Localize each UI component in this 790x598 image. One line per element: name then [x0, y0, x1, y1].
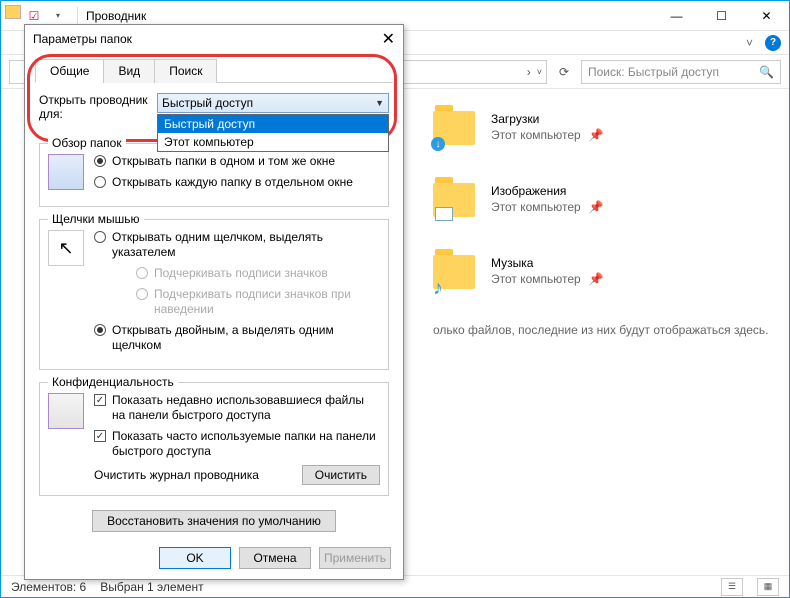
check-recent-files[interactable]: [94, 394, 106, 406]
check-freq-folders[interactable]: [94, 430, 106, 442]
check-label: Показать часто используемые папки на пан…: [112, 429, 380, 459]
combo-option[interactable]: Этот компьютер: [158, 133, 388, 151]
combo-value: Быстрый доступ: [162, 96, 253, 110]
radio-new-window[interactable]: [94, 176, 106, 188]
dialog-title: Параметры папок: [33, 32, 382, 46]
radio-label: Открывать каждую папку в отдельном окне: [112, 175, 353, 190]
clicks-legend: Щелчки мышью: [48, 212, 144, 226]
folder-location: Этот компьютер: [491, 200, 581, 214]
clear-history-label: Очистить журнал проводника: [94, 468, 259, 482]
search-icon: 🔍: [759, 65, 774, 79]
item-count: Элементов: 6: [11, 580, 86, 594]
tab-view[interactable]: Вид: [103, 59, 155, 83]
ok-button[interactable]: OK: [159, 547, 231, 569]
tab-general[interactable]: Общие: [35, 59, 104, 83]
close-button[interactable]: ✕: [744, 1, 789, 31]
folder-item[interactable]: Изображения Этот компьютер 📌: [433, 177, 777, 221]
click-icon: ↖: [48, 230, 84, 266]
tab-search[interactable]: Поиск: [154, 59, 217, 83]
maximize-button[interactable]: ☐: [699, 1, 744, 31]
window-title: Проводник: [82, 9, 654, 23]
combo-option[interactable]: Быстрый доступ: [158, 115, 388, 133]
restore-defaults-button[interactable]: Восстановить значения по умолчанию: [92, 510, 336, 532]
browse-legend: Обзор папок: [48, 136, 126, 150]
folder-item[interactable]: ♪ Музыка Этот компьютер 📌: [433, 249, 777, 293]
folder-name: Загрузки: [491, 112, 604, 126]
combo-dropdown: Быстрый доступ Этот компьютер: [157, 114, 389, 152]
help-icon[interactable]: ?: [765, 35, 781, 51]
radio-double-click[interactable]: [94, 324, 106, 336]
cancel-button[interactable]: Отмена: [239, 547, 311, 569]
radio-label: Открывать двойным, а выделять одним щелч…: [112, 323, 380, 353]
radio-single-click[interactable]: [94, 231, 106, 243]
clear-button[interactable]: Очистить: [302, 465, 380, 485]
folder-location: Этот компьютер: [491, 128, 581, 142]
radio-label: Подчеркивать подписи значков при наведен…: [154, 287, 380, 317]
minimize-button[interactable]: —: [654, 1, 699, 31]
pin-icon: 📌: [589, 128, 604, 142]
refresh-button[interactable]: ⟳: [553, 65, 575, 79]
tabs: Общие Вид Поиск: [35, 58, 393, 83]
folder-item[interactable]: ↓ Загрузки Этот компьютер 📌: [433, 105, 777, 149]
dialog-close-button[interactable]: ✕: [382, 29, 395, 49]
folder-icon: ↓: [433, 105, 477, 149]
explorer-icon: [5, 5, 21, 19]
radio-label: Подчеркивать подписи значков: [154, 266, 328, 281]
folder-icon: [433, 177, 477, 221]
empty-message: олько файлов, последние из них будут ото…: [433, 323, 777, 337]
folder-name: Музыка: [491, 256, 604, 270]
folder-options-dialog: Параметры папок ✕ Общие Вид Поиск Открыт…: [24, 24, 404, 580]
radio-same-window[interactable]: [94, 155, 106, 167]
pin-icon: 📌: [589, 200, 604, 214]
view-icons-button[interactable]: ▦: [757, 578, 779, 596]
radio-label: Открывать папки в одном и том же окне: [112, 154, 335, 169]
check-label: Показать недавно использовавшиеся файлы …: [112, 393, 380, 423]
radio-underline-hover: [136, 288, 148, 300]
chevron-down-icon: ▼: [375, 98, 384, 108]
privacy-legend: Конфиденциальность: [48, 375, 178, 389]
ribbon-chevron-icon[interactable]: ˅: [746, 36, 753, 50]
file-pane: ↓ Загрузки Этот компьютер 📌 Изображения Э…: [421, 89, 789, 575]
open-explorer-label: Открыть проводник для:: [39, 93, 151, 121]
search-placeholder: Поиск: Быстрый доступ: [588, 65, 719, 79]
browse-icon: [48, 154, 84, 190]
privacy-icon: [48, 393, 84, 429]
radio-underline-icon: [136, 267, 148, 279]
folder-location: Этот компьютер: [491, 272, 581, 286]
search-box[interactable]: Поиск: Быстрый доступ 🔍: [581, 60, 781, 84]
folder-icon: ♪: [433, 249, 477, 293]
pin-icon: 📌: [589, 272, 604, 286]
apply-button[interactable]: Применить: [319, 547, 391, 569]
open-explorer-combo[interactable]: Быстрый доступ ▼ Быстрый доступ Этот ком…: [157, 93, 389, 113]
folder-name: Изображения: [491, 184, 604, 198]
radio-label: Открывать одним щелчком, выделять указат…: [112, 230, 380, 260]
selection-count: Выбран 1 элемент: [100, 580, 203, 594]
path-separator-icon: ›: [527, 65, 531, 79]
view-details-button[interactable]: ☰: [721, 578, 743, 596]
